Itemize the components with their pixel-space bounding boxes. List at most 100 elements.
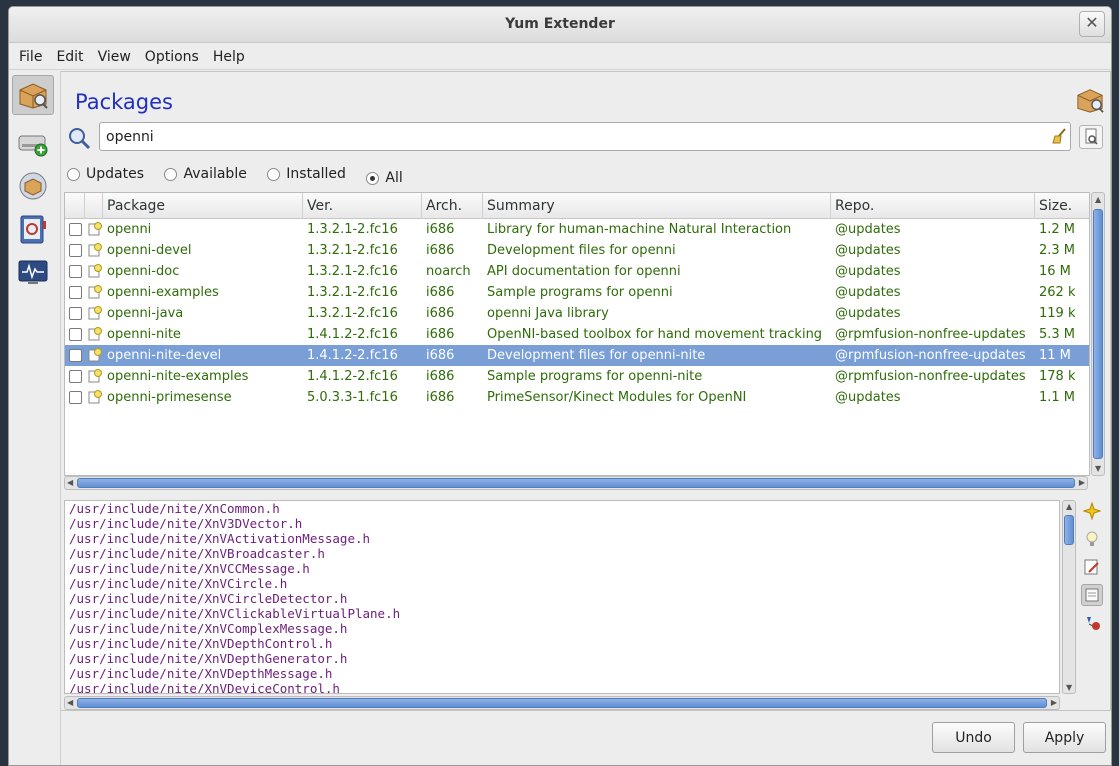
menu-file[interactable]: File [9, 44, 42, 70]
sidebar-monitor[interactable] [12, 252, 54, 292]
package-table: Package Ver. Arch. Summary Repo. Size. o… [64, 192, 1090, 476]
package-arch: i686 [426, 348, 455, 363]
col-repo[interactable]: Repo. [831, 193, 1035, 219]
package-version: 1.4.1.2-2.fc16 [307, 348, 398, 363]
col-arch[interactable]: Arch. [422, 193, 483, 219]
menu-options[interactable]: Options [135, 44, 199, 70]
file-path: /usr/include/nite/XnVComplexMessage.h [69, 621, 348, 636]
tool-hint[interactable] [1081, 528, 1103, 550]
radio-all[interactable] [366, 171, 380, 185]
filter-radios: Updates Available Installed All [67, 166, 419, 186]
scroll-right-icon[interactable]: ▶ [1079, 478, 1085, 487]
tool-changelog[interactable] [1081, 556, 1103, 578]
changelog-icon [1084, 559, 1099, 575]
col-version[interactable]: Ver. [303, 193, 422, 219]
package-repo: @updates [835, 390, 901, 405]
row-checkbox[interactable] [69, 244, 82, 257]
col-package[interactable]: Package [103, 193, 303, 219]
table-vertical-scroll-thumb[interactable] [1093, 209, 1103, 459]
filter-installed[interactable]: Installed [267, 166, 346, 182]
table-row[interactable]: openni-primesense 5.0.3.3-1.fc16 i686 Prime… [65, 387, 1089, 408]
files-scroll-right-icon[interactable]: ▶ [1051, 698, 1057, 707]
files-scroll-down-icon[interactable]: ▼ [1066, 683, 1072, 692]
package-repo: @updates [835, 222, 901, 237]
table-vertical-scrollbar[interactable]: ▲ ▼ [1091, 192, 1105, 476]
file-path: /usr/include/nite/XnVCCMessage.h [69, 561, 310, 576]
row-checkbox[interactable] [69, 349, 82, 362]
row-checkbox[interactable] [69, 391, 82, 404]
package-arch: i686 [426, 369, 455, 384]
row-checkbox[interactable] [69, 265, 82, 278]
row-checkbox[interactable] [69, 223, 82, 236]
filter-updates[interactable]: Updates [67, 166, 144, 182]
package-arch: i686 [426, 390, 455, 405]
tool-files[interactable] [1081, 584, 1103, 606]
window-title: Yum Extender [505, 16, 615, 32]
package-summary: Sample programs for openni-nite [487, 369, 703, 384]
table-row[interactable]: openni-examples 1.3.2.1-2.fc16 i686 Sample … [65, 282, 1089, 303]
table-horizontal-scrollbar[interactable]: ◀ ▶ [64, 476, 1088, 490]
search-options-button[interactable] [1079, 125, 1103, 149]
package-name: openni-examples [107, 285, 219, 300]
package-repo: @rpmfusion-nonfree-updates [835, 369, 1026, 384]
sidebar-history[interactable] [12, 209, 54, 249]
files-horizontal-scrollbar[interactable]: ◀ ▶ [64, 696, 1060, 710]
table-horizontal-scroll-thumb[interactable] [77, 478, 1075, 488]
col-checkbox[interactable] [65, 193, 85, 219]
table-row[interactable]: openni-java 1.3.2.1-2.fc16 i686 openni Java… [65, 303, 1089, 324]
radio-installed[interactable] [267, 167, 281, 181]
table-row[interactable]: openni-nite-devel 1.4.1.2-2.fc16 i686 Devel… [65, 345, 1089, 366]
package-arch: noarch [426, 264, 471, 279]
scroll-up-icon[interactable]: ▲ [1095, 195, 1101, 204]
sidebar-packages[interactable] [12, 75, 54, 115]
sidebar-groups[interactable] [12, 166, 54, 206]
package-name: openni-primesense [107, 390, 232, 405]
menu-help[interactable]: Help [203, 44, 245, 70]
package-size: 262 k [1039, 285, 1076, 300]
scroll-left-icon[interactable]: ◀ [67, 478, 73, 487]
tool-description[interactable] [1081, 500, 1103, 522]
package-size: 5.3 M [1039, 327, 1076, 342]
files-vertical-scroll-thumb[interactable] [1064, 515, 1074, 545]
package-version: 1.3.2.1-2.fc16 [307, 306, 398, 321]
scroll-down-icon[interactable]: ▼ [1095, 464, 1101, 473]
clear-search-icon[interactable] [1051, 127, 1069, 149]
radio-available[interactable] [164, 167, 178, 181]
table-row[interactable]: openni-nite 1.4.1.2-2.fc16 i686 OpenNI-base… [65, 324, 1089, 345]
col-summary[interactable]: Summary [483, 193, 831, 219]
menu-edit[interactable]: Edit [46, 44, 83, 70]
sidebar-repositories[interactable] [12, 123, 54, 163]
package-repo: @updates [835, 264, 901, 279]
package-size: 1.1 M [1039, 390, 1076, 405]
package-repo: @rpmfusion-nonfree-updates [835, 327, 1026, 342]
filter-all[interactable]: All [366, 170, 403, 186]
radio-updates[interactable] [67, 167, 80, 181]
menu-view[interactable]: View [88, 44, 131, 70]
row-checkbox[interactable] [69, 307, 82, 320]
row-checkbox[interactable] [69, 328, 82, 341]
files-horizontal-scroll-thumb[interactable] [77, 698, 1047, 708]
filter-available[interactable]: Available [164, 166, 247, 182]
description-icon [1083, 502, 1101, 520]
search-input[interactable] [99, 122, 1071, 151]
table-row[interactable]: openni-devel 1.3.2.1-2.fc16 i686 Developmen… [65, 240, 1089, 261]
package-name: openni-devel [107, 243, 192, 258]
row-checkbox[interactable] [69, 286, 82, 299]
col-icon[interactable] [85, 193, 103, 219]
tool-dependencies[interactable] [1081, 612, 1103, 634]
title-bar: Yum Extender ✕ [9, 7, 1111, 43]
row-checkbox[interactable] [69, 370, 82, 383]
files-scroll-up-icon[interactable]: ▲ [1066, 502, 1072, 511]
undo-button[interactable]: Undo [932, 722, 1015, 753]
table-row[interactable]: openni-doc 1.3.2.1-2.fc16 noarch API docume… [65, 261, 1089, 282]
file-path: /usr/include/nite/XnVDepthGenerator.h [69, 651, 348, 666]
file-path: /usr/include/nite/XnVCircle.h [69, 576, 288, 591]
files-vertical-scrollbar[interactable]: ▲ ▼ [1062, 500, 1076, 694]
apply-button[interactable]: Apply [1023, 722, 1106, 753]
table-row[interactable]: openni 1.3.2.1-2.fc16 i686 Library for huma… [65, 219, 1089, 240]
package-name: openni [107, 222, 152, 237]
table-row[interactable]: openni-nite-examples 1.4.1.2-2.fc16 i686 Sa… [65, 366, 1089, 387]
col-size[interactable]: Size. [1035, 193, 1089, 219]
close-button[interactable]: ✕ [1079, 11, 1105, 37]
files-scroll-left-icon[interactable]: ◀ [67, 698, 73, 707]
